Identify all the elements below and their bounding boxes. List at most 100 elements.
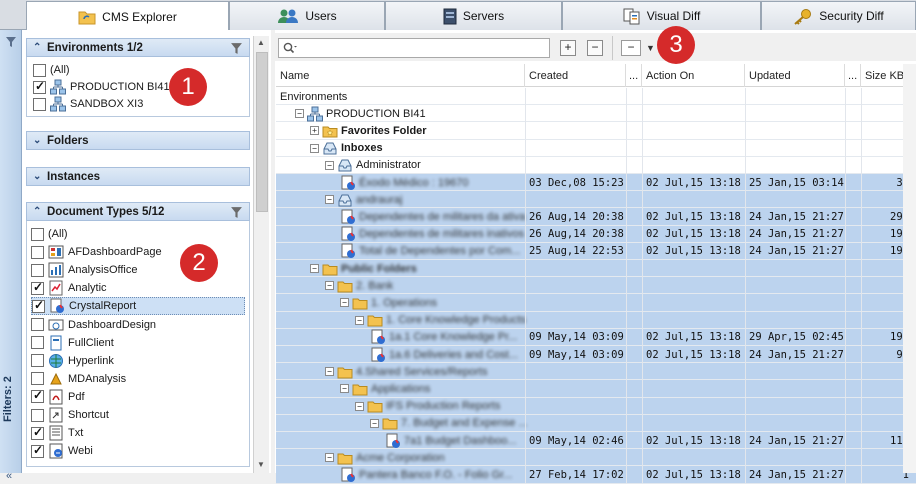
checkbox[interactable] [31, 245, 44, 259]
collapse-icon[interactable]: − [370, 418, 379, 428]
table-row[interactable]: Éxodo Médico : 19670 03 Dec,08 15:23 02 Ju… [276, 174, 916, 192]
checkbox[interactable] [33, 97, 46, 111]
doctype-item[interactable]: DashboardDesign [31, 316, 156, 334]
table-row[interactable]: − 7. Budget and Expense ... [276, 414, 916, 432]
expand-all-button[interactable]: + [560, 40, 576, 56]
tab-users[interactable]: Users [229, 1, 385, 30]
collapse-icon[interactable]: − [310, 143, 319, 153]
expand-icon[interactable]: + [310, 126, 319, 136]
env-item-sandbox[interactable]: SANDBOX XI3 [33, 95, 143, 113]
checkbox[interactable] [32, 298, 45, 313]
table-row[interactable]: − Administrator [276, 156, 916, 174]
collapse-icon[interactable]: − [340, 298, 349, 308]
checkbox[interactable] [31, 354, 44, 368]
checkbox[interactable] [31, 408, 44, 422]
doctype-item[interactable]: Pdf [31, 388, 85, 406]
collapse-icon[interactable]: − [355, 315, 364, 325]
doctype-item[interactable]: Txt [31, 424, 83, 442]
tree-cell: 1a.1 Core Knowledge Pr... [370, 329, 517, 346]
table-row[interactable]: Dependentes de militares da ativa 26 Aug,… [276, 208, 916, 226]
tab-visual-diff[interactable]: Visual Diff [562, 1, 761, 30]
doctype-item[interactable]: FullClient [31, 334, 114, 352]
checkbox[interactable] [31, 443, 44, 458]
collapse-icon[interactable]: − [355, 401, 364, 411]
doctype-item[interactable]: Analytic [31, 279, 107, 297]
table-row[interactable]: 1a.6 Deliveries and Cost... 09 May,14 03:… [276, 346, 916, 364]
checkbox[interactable] [33, 63, 46, 77]
table-row[interactable]: − IFS Production Reports [276, 397, 916, 415]
search-input[interactable] [278, 38, 550, 58]
table-row[interactable]: − Applications [276, 380, 916, 398]
checkbox[interactable] [31, 280, 44, 295]
tree-cell: − 7. Budget and Expense ... [370, 415, 528, 432]
column-updated[interactable]: Updated [745, 64, 845, 87]
table-row[interactable]: − 4.Shared Services/Reports [276, 363, 916, 381]
env-item-production[interactable]: PRODUCTION BI41 [33, 78, 170, 96]
checkbox[interactable] [31, 372, 44, 386]
checkbox[interactable] [31, 336, 44, 350]
scroll-thumb[interactable] [256, 52, 268, 212]
table-row[interactable]: − PRODUCTION BI41 [276, 105, 916, 123]
row-name: Dependentes de militares inativos [359, 228, 525, 241]
table-row[interactable]: − 1. Core Knowledge Products [276, 311, 916, 329]
tab-servers[interactable]: Servers [385, 1, 562, 30]
table-row[interactable]: Environments [276, 88, 916, 106]
table-row[interactable]: − 2. Bank [276, 277, 916, 295]
column-name[interactable]: Name [276, 64, 525, 87]
column-more[interactable]: ... [626, 64, 642, 87]
checkbox[interactable] [31, 388, 44, 404]
collapse-icon[interactable]: − [340, 384, 349, 394]
doctype-item[interactable]: AnalysisOffice [31, 261, 138, 279]
table-row[interactable]: Total de Dependentes por Com... 25 Aug,14… [276, 242, 916, 260]
table-row[interactable]: − Acme Corporation [276, 449, 916, 467]
collapse-icon[interactable]: − [325, 367, 334, 377]
doctype-item[interactable]: (All) [31, 225, 68, 243]
chevron-down-icon[interactable]: ▼ [646, 43, 655, 53]
collapse-chevron-icon[interactable]: « [6, 470, 12, 482]
table-row[interactable]: − 1. Operations [276, 294, 916, 312]
doctype-item[interactable]: Shortcut [31, 406, 109, 424]
document-types-header[interactable]: ⌃ Document Types 5/12 [26, 202, 250, 221]
filter-scrollbar[interactable]: ▲ ▼ [253, 36, 269, 473]
doctype-item[interactable]: Hyperlink [31, 352, 114, 370]
doctype-item[interactable]: AFDashboardPage [31, 243, 162, 261]
collapse-icon[interactable]: − [325, 453, 334, 463]
collapse-icon[interactable]: − [310, 264, 319, 273]
doctype-item[interactable]: CrystalReport [31, 297, 245, 316]
grid-scrollbar[interactable] [903, 64, 916, 473]
doctype-item[interactable]: MDAnalysis [31, 370, 126, 388]
checkbox[interactable] [31, 227, 44, 241]
table-row[interactable]: 1a.1 Core Knowledge Pr... 09 May,14 03:09… [276, 328, 916, 346]
checkbox[interactable] [33, 79, 46, 94]
column-action-on[interactable]: Action On [642, 64, 745, 87]
table-row[interactable]: Pantera Banco F.O. - Folio Gr... 27 Feb,1… [276, 466, 916, 484]
checkbox[interactable] [31, 425, 44, 440]
checkbox[interactable] [31, 318, 44, 331]
tab-cms-explorer[interactable]: CMS Explorer [26, 1, 229, 31]
table-row[interactable]: + Favorites Folder [276, 122, 916, 140]
folders-header[interactable]: ⌄ Folders [26, 131, 250, 150]
collapse-icon[interactable]: − [295, 109, 304, 119]
instances-header[interactable]: ⌄ Instances [26, 167, 250, 186]
table-row[interactable]: − Inboxes [276, 139, 916, 157]
filters-strip[interactable]: Filters: 2 « [0, 30, 22, 482]
collapse-icon[interactable]: − [325, 160, 334, 170]
environments-header[interactable]: ⌃ Environments 1/2 [26, 38, 250, 57]
columns-button[interactable]: − [621, 40, 641, 56]
funnel-icon[interactable] [230, 206, 243, 219]
collapse-icon[interactable]: − [325, 281, 334, 291]
table-row[interactable]: 7a1 Budget Dashboo... 09 May,14 02:46 02 J… [276, 432, 916, 450]
funnel-icon[interactable] [230, 42, 243, 55]
column-more[interactable]: ... [845, 64, 861, 87]
collapse-icon[interactable]: − [325, 195, 334, 205]
table-row[interactable]: Dependentes de militares inativos 26 Aug,… [276, 225, 916, 243]
tab-security-diff[interactable]: Security Diff [761, 1, 916, 30]
column-created[interactable]: Created [525, 64, 626, 87]
checkbox[interactable] [31, 263, 44, 277]
collapse-all-button[interactable]: − [587, 40, 603, 56]
env-item-all[interactable]: (All) [33, 61, 70, 79]
table-row[interactable]: − andrauraj [276, 191, 916, 209]
doctype-item[interactable]: Webi [31, 442, 93, 460]
row-name: 1a.6 Deliveries and Cost... [389, 348, 519, 361]
table-row[interactable]: − Public Folders [276, 260, 916, 278]
